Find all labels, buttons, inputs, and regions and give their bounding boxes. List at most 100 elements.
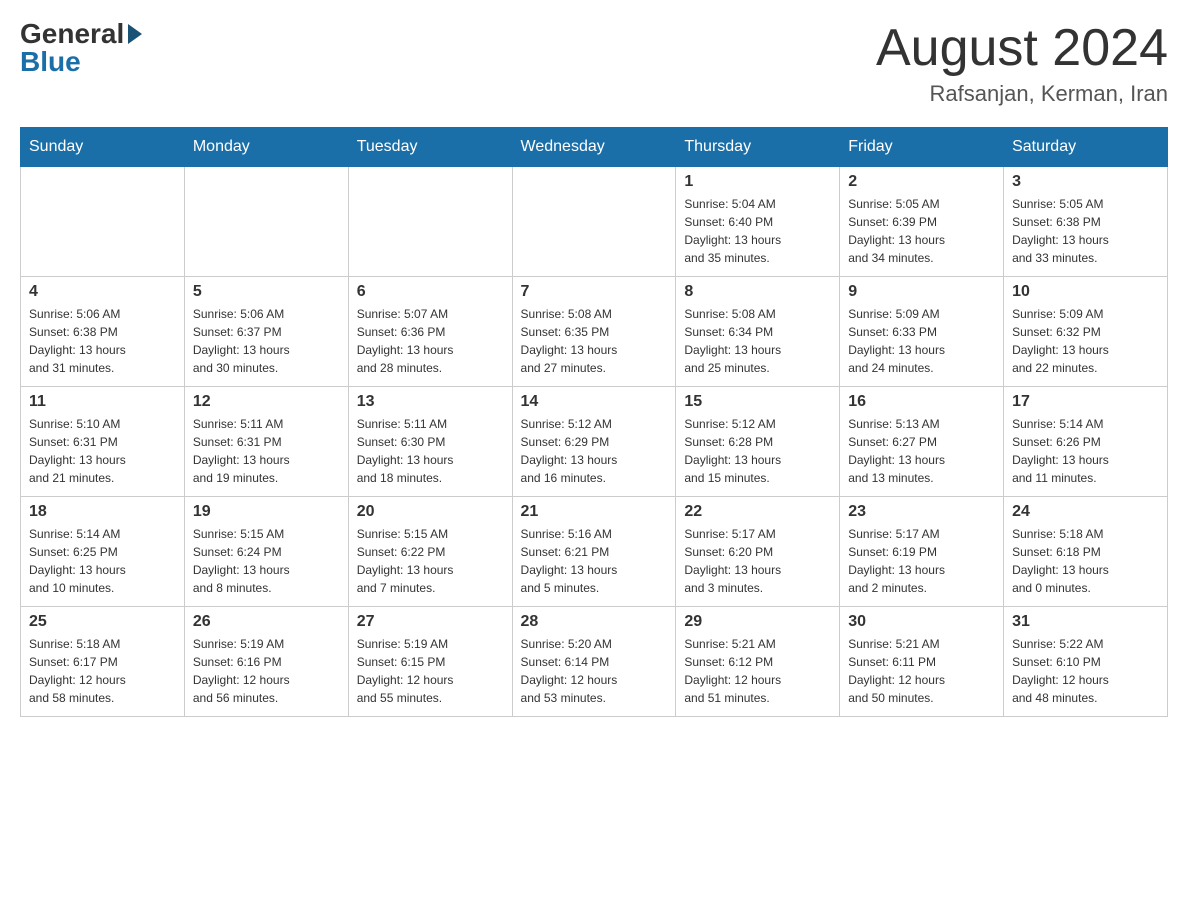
table-row: 8Sunrise: 5:08 AM Sunset: 6:34 PM Daylig… [676,277,840,387]
table-row: 10Sunrise: 5:09 AM Sunset: 6:32 PM Dayli… [1004,277,1168,387]
table-row: 6 Sunrise: 5:07 AM Sunset: 6:36 PM Daylig… [348,277,512,387]
day-number: 6 [357,283,504,301]
day-number: 18 [29,503,176,521]
logo-triangle-icon [128,24,142,44]
day-info: Sunrise: 5:21 AM Sunset: 6:11 PM Dayligh… [848,635,995,707]
day-number: 14 [521,393,668,411]
day-number: 26 [193,613,340,631]
logo-blue-text: Blue [20,48,81,76]
day-number: 2 [848,173,995,191]
day-info: Sunrise: 5:16 AM Sunset: 6:21 PM Dayligh… [521,525,668,597]
day-info: Sunrise: 5:15 AM Sunset: 6:24 PM Dayligh… [193,525,340,597]
table-row [184,167,348,277]
table-row: 22Sunrise: 5:17 AM Sunset: 6:20 PM Dayli… [676,497,840,607]
title-block: August 2024 Rafsanjan, Kerman, Iran [876,20,1168,107]
day-number: 30 [848,613,995,631]
day-info: Sunrise: 5:17 AM Sunset: 6:19 PM Dayligh… [848,525,995,597]
table-row: 11 Sunrise: 5:10 AM Sunset: 6:31 PM Dayli… [21,387,185,497]
table-row: 1 Sunrise: 5:04 AM Sunset: 6:40 PM Daylig… [676,167,840,277]
day-number: 1 [684,173,831,191]
table-row: 29 Sunrise: 5:21 AM Sunset: 6:12 PM Dayli… [676,607,840,717]
table-row: 14 Sunrise: 5:12 AM Sunset: 6:29 PM Dayli… [512,387,676,497]
table-row: 15 Sunrise: 5:12 AM Sunset: 6:28 PM Dayli… [676,387,840,497]
day-info: Sunrise: 5:09 AM Sunset: 6:33 PM Dayligh… [848,305,995,377]
day-info: Sunrise: 5:10 AM Sunset: 6:31 PM Dayligh… [29,415,176,487]
day-info: Sunrise: 5:19 AM Sunset: 6:16 PM Dayligh… [193,635,340,707]
col-tuesday: Tuesday [348,128,512,167]
day-info: Sunrise: 5:11 AM Sunset: 6:30 PM Dayligh… [357,415,504,487]
day-info: Sunrise: 5:05 AM Sunset: 6:38 PM Dayligh… [1012,195,1159,267]
page-header: General Blue August 2024 Rafsanjan, Kerm… [20,20,1168,107]
table-row: 17 Sunrise: 5:14 AM Sunset: 6:26 PM Dayli… [1004,387,1168,497]
col-monday: Monday [184,128,348,167]
day-number: 5 [193,283,340,301]
day-number: 21 [521,503,668,521]
day-number: 3 [1012,173,1159,191]
table-row: 13 Sunrise: 5:11 AM Sunset: 6:30 PM Dayli… [348,387,512,497]
location-subtitle: Rafsanjan, Kerman, Iran [876,81,1168,107]
day-info: Sunrise: 5:14 AM Sunset: 6:26 PM Dayligh… [1012,415,1159,487]
day-number: 23 [848,503,995,521]
table-row: 27Sunrise: 5:19 AM Sunset: 6:15 PM Dayli… [348,607,512,717]
day-info: Sunrise: 5:07 AM Sunset: 6:36 PM Dayligh… [357,305,504,377]
day-number: 17 [1012,393,1159,411]
table-row: 31Sunrise: 5:22 AM Sunset: 6:10 PM Dayli… [1004,607,1168,717]
calendar-table: Sunday Monday Tuesday Wednesday Thursday… [20,127,1168,717]
day-info: Sunrise: 5:21 AM Sunset: 6:12 PM Dayligh… [684,635,831,707]
calendar-week-row: 25Sunrise: 5:18 AM Sunset: 6:17 PM Dayli… [21,607,1168,717]
day-number: 27 [357,613,504,631]
day-number: 31 [1012,613,1159,631]
day-info: Sunrise: 5:12 AM Sunset: 6:28 PM Dayligh… [684,415,831,487]
month-title: August 2024 [876,20,1168,77]
calendar-week-row: 4 Sunrise: 5:06 AM Sunset: 6:38 PM Daylig… [21,277,1168,387]
day-info: Sunrise: 5:12 AM Sunset: 6:29 PM Dayligh… [521,415,668,487]
logo: General Blue [20,20,144,76]
table-row [348,167,512,277]
col-thursday: Thursday [676,128,840,167]
table-row: 5Sunrise: 5:06 AM Sunset: 6:37 PM Daylig… [184,277,348,387]
table-row: 4 Sunrise: 5:06 AM Sunset: 6:38 PM Daylig… [21,277,185,387]
day-info: Sunrise: 5:17 AM Sunset: 6:20 PM Dayligh… [684,525,831,597]
day-info: Sunrise: 5:13 AM Sunset: 6:27 PM Dayligh… [848,415,995,487]
day-number: 13 [357,393,504,411]
day-info: Sunrise: 5:06 AM Sunset: 6:38 PM Dayligh… [29,305,176,377]
day-number: 11 [29,393,176,411]
table-row: 30 Sunrise: 5:21 AM Sunset: 6:11 PM Dayli… [840,607,1004,717]
day-info: Sunrise: 5:11 AM Sunset: 6:31 PM Dayligh… [193,415,340,487]
day-info: Sunrise: 5:18 AM Sunset: 6:18 PM Dayligh… [1012,525,1159,597]
day-number: 16 [848,393,995,411]
table-row: 28Sunrise: 5:20 AM Sunset: 6:14 PM Dayli… [512,607,676,717]
day-info: Sunrise: 5:15 AM Sunset: 6:22 PM Dayligh… [357,525,504,597]
day-number: 28 [521,613,668,631]
table-row: 3 Sunrise: 5:05 AM Sunset: 6:38 PM Daylig… [1004,167,1168,277]
table-row: 7 Sunrise: 5:08 AM Sunset: 6:35 PM Daylig… [512,277,676,387]
calendar-week-row: 18 Sunrise: 5:14 AM Sunset: 6:25 PM Dayli… [21,497,1168,607]
day-info: Sunrise: 5:14 AM Sunset: 6:25 PM Dayligh… [29,525,176,597]
day-number: 9 [848,283,995,301]
day-number: 25 [29,613,176,631]
table-row: 18 Sunrise: 5:14 AM Sunset: 6:25 PM Dayli… [21,497,185,607]
day-number: 29 [684,613,831,631]
day-number: 24 [1012,503,1159,521]
day-number: 15 [684,393,831,411]
day-number: 10 [1012,283,1159,301]
col-sunday: Sunday [21,128,185,167]
day-number: 12 [193,393,340,411]
day-info: Sunrise: 5:04 AM Sunset: 6:40 PM Dayligh… [684,195,831,267]
day-number: 19 [193,503,340,521]
calendar-week-row: 11 Sunrise: 5:10 AM Sunset: 6:31 PM Dayli… [21,387,1168,497]
col-wednesday: Wednesday [512,128,676,167]
day-number: 20 [357,503,504,521]
day-info: Sunrise: 5:08 AM Sunset: 6:35 PM Dayligh… [521,305,668,377]
table-row: 23 Sunrise: 5:17 AM Sunset: 6:19 PM Dayli… [840,497,1004,607]
table-row [21,167,185,277]
logo-general: General [20,20,144,48]
day-info: Sunrise: 5:08 AM Sunset: 6:34 PM Dayligh… [684,305,831,377]
table-row: 12 Sunrise: 5:11 AM Sunset: 6:31 PM Dayli… [184,387,348,497]
table-row: 16 Sunrise: 5:13 AM Sunset: 6:27 PM Dayli… [840,387,1004,497]
table-row: 2Sunrise: 5:05 AM Sunset: 6:39 PM Daylig… [840,167,1004,277]
col-friday: Friday [840,128,1004,167]
day-number: 7 [521,283,668,301]
table-row [512,167,676,277]
day-number: 4 [29,283,176,301]
